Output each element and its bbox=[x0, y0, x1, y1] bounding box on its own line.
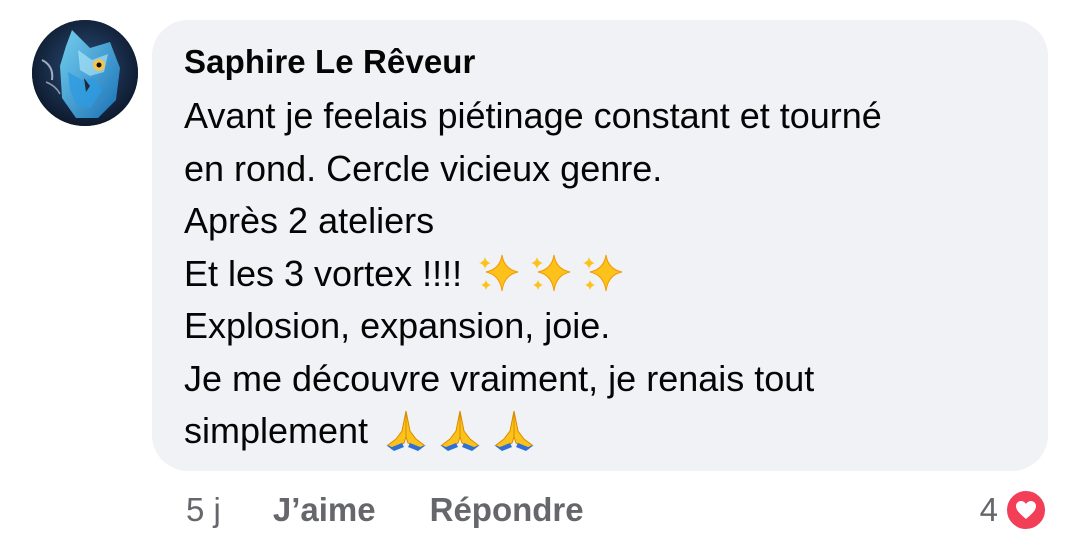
folded-hands-icon bbox=[440, 411, 481, 452]
comment-line-text: simplement bbox=[184, 410, 369, 451]
comment-line-text: Avant je feelais piétinage constant et t… bbox=[184, 95, 882, 136]
comment-line: en rond. Cercle vicieux genre. bbox=[184, 143, 1028, 196]
comment-line: simplement bbox=[184, 405, 1028, 458]
folded-hands-icon bbox=[386, 411, 427, 452]
timestamp[interactable]: 5 j bbox=[186, 491, 221, 529]
folded-hands-group bbox=[382, 409, 538, 453]
heart-icon bbox=[1016, 501, 1036, 519]
sparkles-group bbox=[476, 253, 626, 295]
reaction-summary[interactable]: 4 bbox=[980, 486, 1048, 534]
heart-reaction-badge bbox=[1004, 488, 1048, 532]
comment-line: Explosion, expansion, joie. bbox=[184, 300, 1028, 353]
comment-line: Après 2 ateliers bbox=[184, 195, 1028, 248]
like-button[interactable]: J’aime bbox=[273, 491, 376, 529]
author-name[interactable]: Saphire Le Rêveur bbox=[184, 40, 1028, 84]
comment: Saphire Le Rêveur Avant je feelais piéti… bbox=[0, 0, 1080, 559]
comment-line: Je me découvre vraiment, je renais tout bbox=[184, 353, 1028, 406]
comment-line-text: en rond. Cercle vicieux genre. bbox=[184, 147, 663, 189]
avatar[interactable] bbox=[32, 20, 138, 126]
sparkles-icon bbox=[531, 254, 571, 291]
comment-line-text: Je me découvre vraiment, je renais tout bbox=[184, 357, 815, 399]
comment-actions: 5 j J’aime Répondre bbox=[186, 488, 584, 532]
reply-button[interactable]: Répondre bbox=[430, 491, 584, 529]
reaction-count: 4 bbox=[979, 491, 998, 528]
comment-line-text: Et les 3 vortex !!!! bbox=[184, 252, 463, 294]
comment-line-text: Après 2 ateliers bbox=[184, 200, 435, 241]
comment-bubble: Saphire Le Rêveur Avant je feelais piéti… bbox=[152, 20, 1048, 471]
comment-line: Et les 3 vortex !!!! bbox=[184, 248, 1028, 301]
comment-line-text: Explosion, expansion, joie. bbox=[184, 305, 611, 346]
comment-body: Avant je feelais piétinage constant et t… bbox=[184, 90, 1028, 458]
sparkles-icon bbox=[583, 254, 623, 291]
folded-hands-icon bbox=[494, 411, 535, 452]
owl-avatar-icon bbox=[32, 20, 138, 126]
comment-line: Avant je feelais piétinage constant et t… bbox=[184, 90, 1028, 143]
sparkles-icon bbox=[479, 254, 519, 291]
